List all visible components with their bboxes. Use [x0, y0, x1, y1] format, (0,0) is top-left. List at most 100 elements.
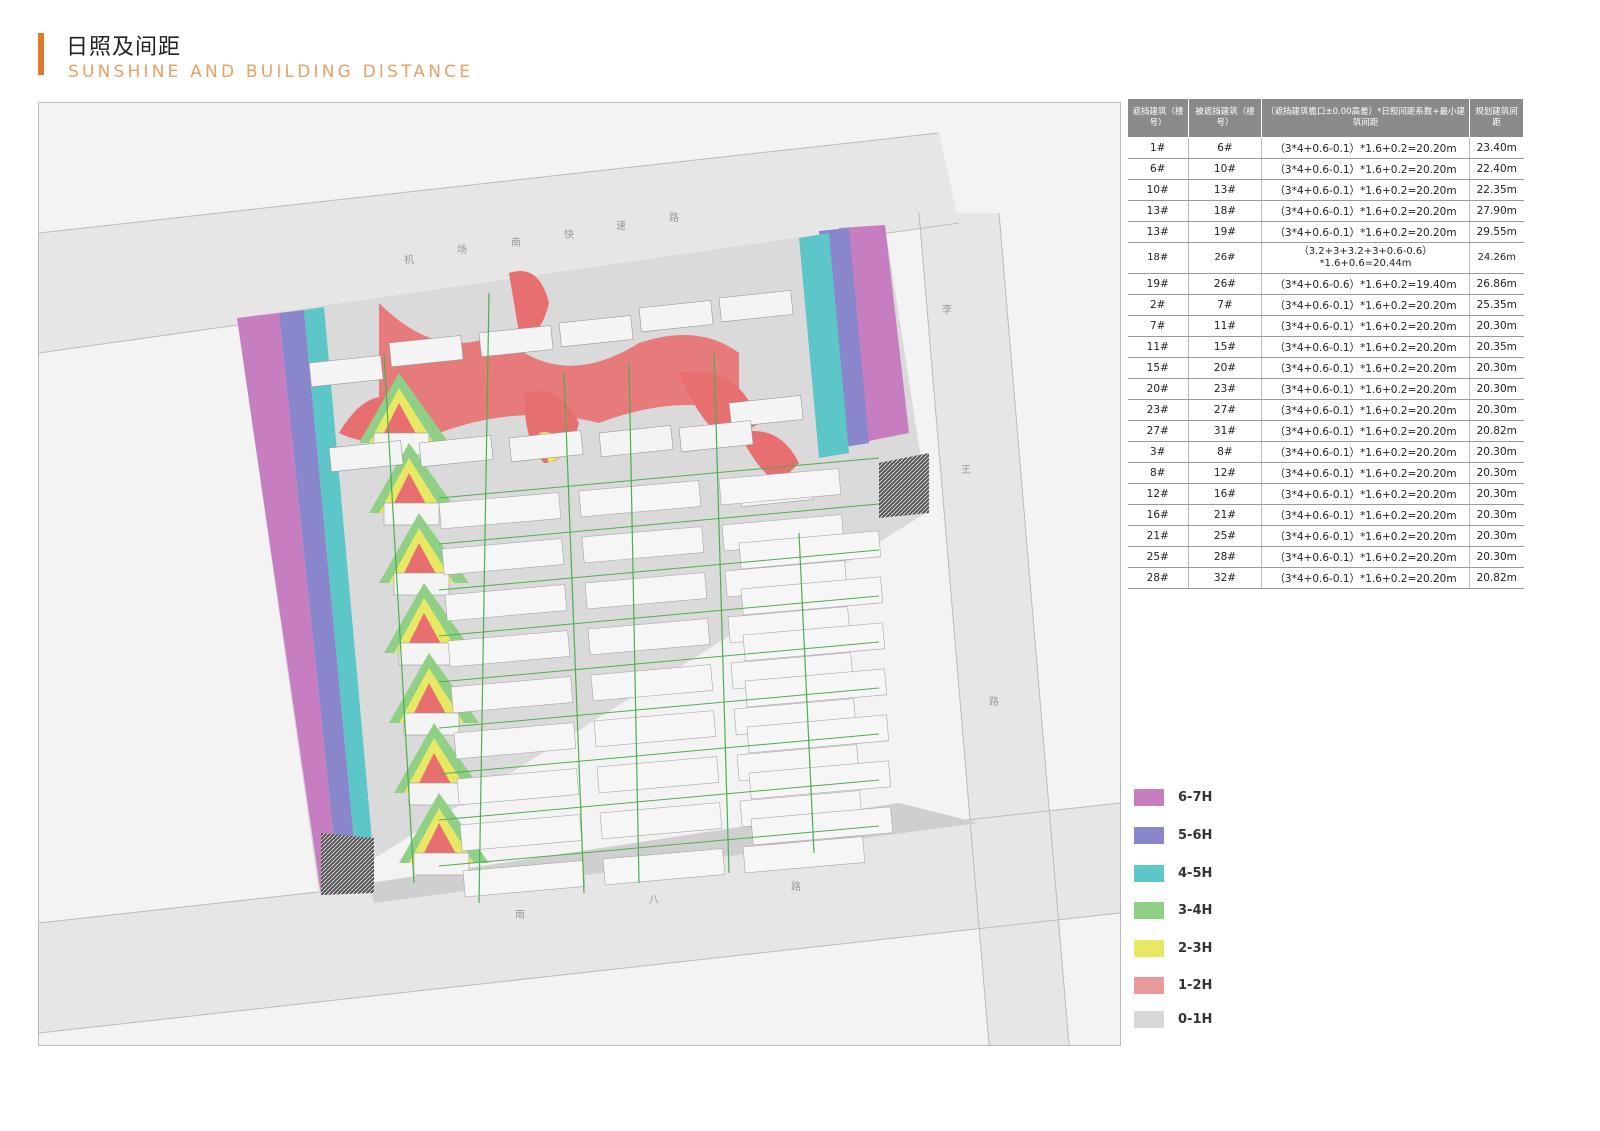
- cell-formula: （3*4+0.6-0.1）*1.6+0.2=20.20m: [1261, 294, 1470, 316]
- cell-formula: （3*4+0.6-0.1）*1.6+0.2=20.20m: [1261, 420, 1470, 442]
- cell-distance: 20.82m: [1469, 567, 1524, 589]
- cell-blocked: 26#: [1188, 273, 1262, 295]
- legend-item: 6-7H: [1134, 788, 1254, 808]
- legend-label: 2-3H: [1178, 941, 1213, 956]
- table-row: 7# 11# （3*4+0.6-0.1）*1.6+0.2=20.20m 20.30m: [1127, 315, 1524, 337]
- cell-blocking: 15#: [1127, 357, 1189, 379]
- table-row: 2# 7# （3*4+0.6-0.1）*1.6+0.2=20.20m 25.35m: [1127, 294, 1524, 316]
- header-planned-distance: 规划建筑间距: [1469, 98, 1524, 138]
- table-row: 20# 23# （3*4+0.6-0.1）*1.6+0.2=20.20m 20.30m: [1127, 378, 1524, 400]
- table-row: 21# 25# （3*4+0.6-0.1）*1.6+0.2=20.20m 20.30m: [1127, 525, 1524, 547]
- cell-formula: （3*4+0.6-0.1）*1.6+0.2=20.20m: [1261, 546, 1470, 568]
- table-row: 27# 31# （3*4+0.6-0.1）*1.6+0.2=20.20m 20.82m: [1127, 420, 1524, 442]
- cell-formula: （3*4+0.6-0.1）*1.6+0.2=20.20m: [1261, 525, 1470, 547]
- road-label: 路: [989, 695, 999, 708]
- cell-formula: （3*4+0.6-0.1）*1.6+0.2=20.20m: [1261, 462, 1470, 484]
- cell-formula: （3*4+0.6-0.1）*1.6+0.2=20.20m: [1261, 441, 1470, 463]
- cell-formula: （3*4+0.6-0.1）*1.6+0.2=20.20m: [1261, 315, 1470, 337]
- cell-blocking: 11#: [1127, 336, 1189, 358]
- page-title: 日照及间距: [66, 35, 182, 60]
- cell-blocking: 16#: [1127, 504, 1189, 526]
- table-row: 3# 8# （3*4+0.6-0.1）*1.6+0.2=20.20m 20.30m: [1127, 441, 1524, 463]
- legend-item: 0-1H: [1134, 1010, 1254, 1030]
- header-blocking-building: 遮挡建筑（楼号）: [1127, 98, 1189, 138]
- cell-distance: 20.30m: [1469, 315, 1524, 337]
- cell-distance: 20.30m: [1469, 462, 1524, 484]
- cell-blocking: 12#: [1127, 483, 1189, 505]
- cell-distance: 20.30m: [1469, 378, 1524, 400]
- cell-blocking: 18#: [1127, 242, 1189, 274]
- table-row: 8# 12# （3*4+0.6-0.1）*1.6+0.2=20.20m 20.30m: [1127, 462, 1524, 484]
- cell-formula: （3.2+3+3.2+3+0.6-0.6）*1.6+0.6=20.44m: [1261, 242, 1470, 274]
- road-label: 南: [511, 236, 521, 249]
- road-label: 速: [616, 220, 626, 232]
- cell-formula: （3*4+0.6-0.1）*1.6+0.2=20.20m: [1261, 504, 1470, 526]
- legend-swatch: [1134, 977, 1164, 994]
- cell-distance: 24.26m: [1469, 242, 1524, 274]
- cell-formula: （3*4+0.6-0.1）*1.6+0.2=20.20m: [1261, 221, 1470, 243]
- cell-blocking: 1#: [1127, 137, 1189, 159]
- legend-label: 0-1H: [1178, 1012, 1213, 1027]
- cell-blocked: 28#: [1188, 546, 1262, 568]
- cell-blocked: 25#: [1188, 525, 1262, 547]
- cell-blocking: 10#: [1127, 179, 1189, 201]
- cell-blocking: 21#: [1127, 525, 1189, 547]
- cell-formula: （3*4+0.6-0.1）*1.6+0.2=20.20m: [1261, 137, 1470, 159]
- table-row: 23# 27# （3*4+0.6-0.1）*1.6+0.2=20.20m 20.30m: [1127, 399, 1524, 421]
- table-row: 12# 16# （3*4+0.6-0.1）*1.6+0.2=20.20m 20.30m: [1127, 483, 1524, 505]
- cell-distance: 22.35m: [1469, 179, 1524, 201]
- table-row: 13# 18# （3*4+0.6-0.1）*1.6+0.2=20.20m 27.90m: [1127, 200, 1524, 222]
- cell-formula: （3*4+0.6-0.1）*1.6+0.2=20.20m: [1261, 158, 1470, 180]
- road-label: 路: [791, 880, 801, 893]
- cell-blocked: 23#: [1188, 378, 1262, 400]
- cell-blocked: 10#: [1188, 158, 1262, 180]
- cell-formula: （3*4+0.6-0.1）*1.6+0.2=20.20m: [1261, 483, 1470, 505]
- cell-blocked: 20#: [1188, 357, 1262, 379]
- cell-blocking: 23#: [1127, 399, 1189, 421]
- table-row: 25# 28# （3*4+0.6-0.1）*1.6+0.2=20.20m 20.30m: [1127, 546, 1524, 568]
- distance-table-grid: 遮挡建筑（楼号） 被遮挡建筑（楼号） （遮挡建筑檐口±0.00高差）*日照间距系…: [1127, 98, 1524, 589]
- cell-blocking: 27#: [1127, 420, 1189, 442]
- cell-blocking: 8#: [1127, 462, 1189, 484]
- cell-distance: 20.30m: [1469, 357, 1524, 379]
- cell-blocked: 15#: [1188, 336, 1262, 358]
- legend-item: 3-4H: [1134, 901, 1254, 921]
- cell-blocked: 11#: [1188, 315, 1262, 337]
- legend-swatch: [1134, 865, 1164, 882]
- page-subtitle: SUNSHINE AND BUILDING DISTANCE: [68, 62, 474, 82]
- legend-label: 4-5H: [1178, 866, 1213, 881]
- cell-blocking: 7#: [1127, 315, 1189, 337]
- road-label: 南: [515, 908, 525, 921]
- legend-label: 6-7H: [1178, 790, 1213, 805]
- legend-swatch: [1134, 902, 1164, 919]
- cell-formula: （3*4+0.6-0.1）*1.6+0.2=20.20m: [1261, 399, 1470, 421]
- cell-formula: （3*4+0.6-0.6）*1.6+0.2=19.40m: [1261, 273, 1470, 295]
- cell-formula: （3*4+0.6-0.1）*1.6+0.2=20.20m: [1261, 357, 1470, 379]
- road-label: 王: [961, 465, 971, 476]
- cell-blocked: 27#: [1188, 399, 1262, 421]
- hatched-zone-east: [879, 453, 929, 518]
- cell-blocked: 26#: [1188, 242, 1262, 274]
- road-label: 场: [457, 243, 467, 256]
- cell-blocked: 31#: [1188, 420, 1262, 442]
- site-plan-drawing: 机场南快速路李王路南八路: [39, 103, 1120, 1045]
- legend-swatch: [1134, 789, 1164, 806]
- cell-distance: 20.30m: [1469, 525, 1524, 547]
- cell-blocking: 3#: [1127, 441, 1189, 463]
- table-row: 10# 13# （3*4+0.6-0.1）*1.6+0.2=20.20m 22.35m: [1127, 179, 1524, 201]
- legend-item: 2-3H: [1134, 939, 1254, 959]
- table-row: 1# 6# （3*4+0.6-0.1）*1.6+0.2=20.20m 23.40m: [1127, 137, 1524, 159]
- cell-blocking: 6#: [1127, 158, 1189, 180]
- table-header-row: 遮挡建筑（楼号） 被遮挡建筑（楼号） （遮挡建筑檐口±0.00高差）*日照间距系…: [1127, 98, 1524, 138]
- cell-blocked: 16#: [1188, 483, 1262, 505]
- legend-item: 4-5H: [1134, 864, 1254, 884]
- cell-blocking: 2#: [1127, 294, 1189, 316]
- site-plan-map: 机场南快速路李王路南八路: [38, 102, 1121, 1046]
- cell-formula: （3*4+0.6-0.1）*1.6+0.2=20.20m: [1261, 567, 1470, 589]
- road-label: 李: [942, 303, 952, 316]
- legend-label: 1-2H: [1178, 978, 1213, 993]
- cell-distance: 29.55m: [1469, 221, 1524, 243]
- cell-distance: 20.30m: [1469, 483, 1524, 505]
- road-label: 路: [669, 211, 679, 224]
- table-row: 11# 15# （3*4+0.6-0.1）*1.6+0.2=20.20m 20.35m: [1127, 336, 1524, 358]
